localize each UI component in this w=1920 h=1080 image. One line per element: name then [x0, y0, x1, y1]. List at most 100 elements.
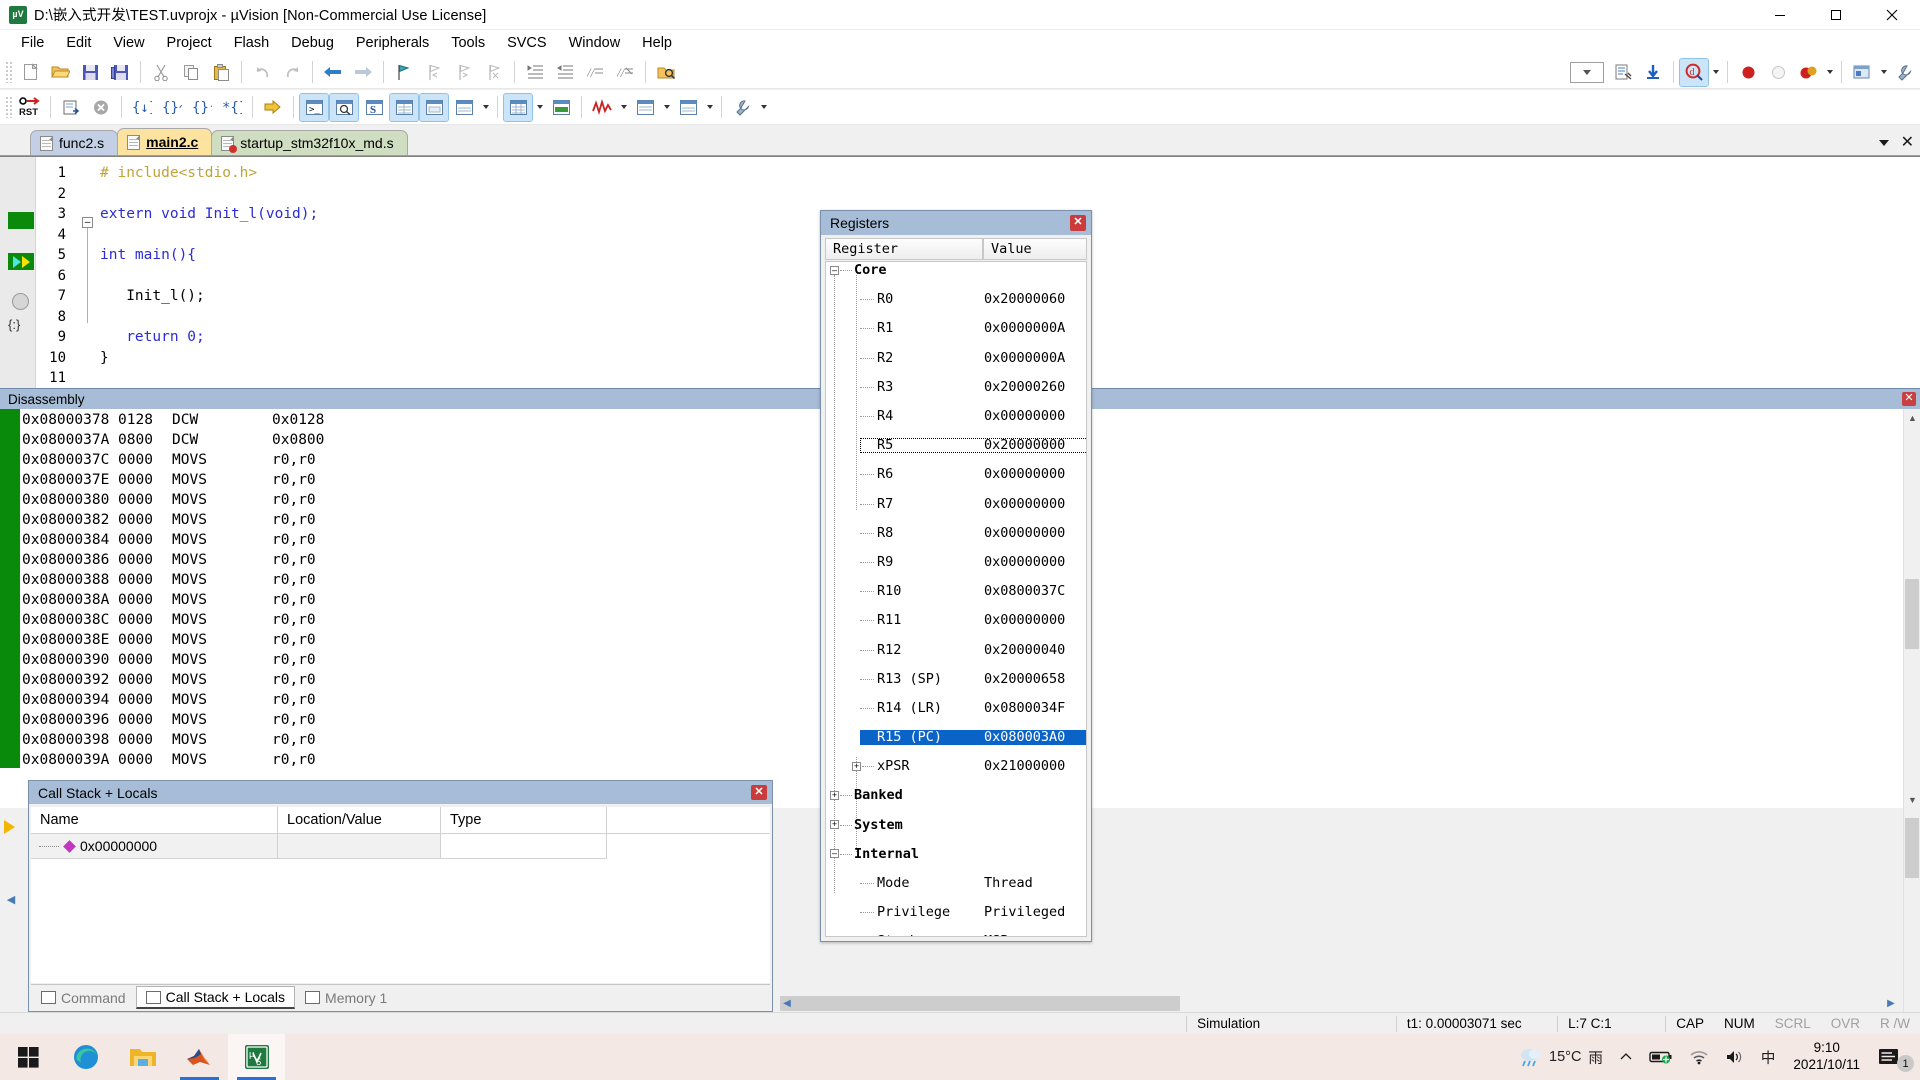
register-row-r7[interactable]: R70x00000000 [826, 497, 1086, 512]
menu-edit[interactable]: Edit [55, 32, 102, 54]
menu-debug[interactable]: Debug [280, 32, 345, 54]
column-header-location-value[interactable]: Location/Value [278, 807, 441, 834]
register-row-r4[interactable]: R40x00000000 [826, 409, 1086, 424]
register-row-r1[interactable]: R10x0000000A [826, 321, 1086, 336]
toolbar-grip[interactable] [4, 61, 12, 83]
command-window-icon[interactable]: >_ [300, 94, 328, 121]
download-icon[interactable] [1639, 59, 1667, 86]
register-row-r14-lr[interactable]: R14 (LR)0x0800034F [826, 701, 1086, 716]
show-next-statement-icon[interactable] [259, 94, 287, 121]
scroll-down-icon[interactable]: ▼ [1904, 791, 1920, 808]
disassembly-row[interactable]: 0x0800038A 0000MOVSr0,r0 [22, 590, 316, 610]
register-row-xpsr[interactable]: + xPSR 0x21000000 [826, 759, 1086, 774]
scroll-left-icon[interactable]: ◀ [2, 890, 20, 908]
step-out-icon[interactable]: {}↑ [188, 94, 216, 121]
disassembly-row[interactable]: 0x0800037E 0000MOVSr0,r0 [22, 470, 316, 490]
disassembly-row[interactable]: 0x08000386 0000MOVSr0,r0 [22, 550, 316, 570]
edge-browser-icon[interactable] [57, 1034, 114, 1080]
close-icon[interactable]: ✕ [1901, 135, 1914, 151]
horizontal-scrollbar[interactable] [780, 995, 1900, 1012]
cut-icon[interactable] [147, 59, 175, 86]
tab-command[interactable]: Command [31, 986, 136, 1009]
step-over-icon[interactable]: {}↷ [158, 94, 186, 121]
find-in-files-icon[interactable] [652, 59, 680, 86]
disassembly-row[interactable]: 0x0800038E 0000MOVSr0,r0 [22, 630, 316, 650]
menu-svcs[interactable]: SVCS [496, 32, 558, 54]
navigate-back-icon[interactable] [319, 59, 347, 86]
memory-windows-dropdown[interactable] [533, 94, 546, 121]
cell-location-value[interactable] [278, 834, 441, 859]
collapse-toggle-icon[interactable]: – [830, 849, 839, 858]
menu-help[interactable]: Help [631, 32, 683, 54]
register-row-r0[interactable]: R00x20000060 [826, 292, 1086, 307]
battery-icon[interactable] [1641, 1034, 1681, 1080]
trace-windows-icon[interactable] [631, 94, 659, 121]
cell-name[interactable]: 0x00000000 [31, 834, 278, 859]
manage-components-icon[interactable] [1848, 59, 1876, 86]
memory-windows-icon[interactable] [504, 94, 532, 121]
disassembly-row[interactable]: 0x08000380 0000MOVSr0,r0 [22, 490, 316, 510]
step-into-icon[interactable]: {↓} [128, 94, 156, 121]
symbols-window-icon[interactable]: S [360, 94, 388, 121]
register-row-r8[interactable]: R80x00000000 [826, 526, 1086, 541]
matlab-icon[interactable] [171, 1034, 228, 1080]
menu-flash[interactable]: Flash [223, 32, 280, 54]
redo-icon[interactable] [278, 59, 306, 86]
registers-tree[interactable]: – Core R00x20000060 R10x0000000A R20x000… [825, 261, 1087, 937]
register-row-r12[interactable]: R120x20000040 [826, 643, 1086, 658]
register-row-privilege[interactable]: PrivilegePrivileged [826, 905, 1086, 920]
disassembly-row[interactable]: 0x08000378 0128DCW0x0128 [22, 410, 324, 430]
indent-decrease-icon[interactable] [551, 59, 579, 86]
trace-windows-dropdown[interactable] [660, 94, 673, 121]
analysis-windows-icon[interactable] [588, 94, 616, 121]
disassembly-row[interactable]: 0x0800039A 0000MOVSr0,r0 [22, 750, 316, 770]
bookmark-toggle-icon[interactable] [390, 59, 418, 86]
disassembly-row[interactable]: 0x08000396 0000MOVSr0,r0 [22, 710, 316, 730]
register-row-banked[interactable]: + Banked [826, 788, 1086, 803]
scroll-up-icon[interactable]: ▲ [1904, 409, 1920, 426]
register-row-r5[interactable]: R50x20000000 [860, 438, 1087, 453]
registers-window[interactable]: Registers ✕ Register Value – Core R00x20… [820, 210, 1092, 942]
column-header-name[interactable]: Name [31, 807, 278, 834]
chevron-down-icon[interactable] [1877, 136, 1891, 150]
disassembly-row[interactable]: 0x08000390 0000MOVSr0,r0 [22, 650, 316, 670]
call-stack-locals-window[interactable]: Call Stack + Locals ✕ Name Location/Valu… [28, 780, 773, 1012]
call-stack-table[interactable]: Name Location/Value Type 0x00000000 [31, 807, 770, 983]
breakpoint-options-dropdown[interactable] [1823, 59, 1836, 86]
expand-toggle-icon[interactable]: + [830, 820, 839, 829]
insert-breakpoint-icon[interactable] [1734, 59, 1762, 86]
save-all-icon[interactable] [106, 59, 134, 86]
register-row-r10[interactable]: R100x0800037C [826, 584, 1086, 599]
disassembly-row[interactable]: 0x0800037A 0800DCW0x0800 [22, 430, 324, 450]
bookmark-next-icon[interactable] [450, 59, 478, 86]
components-dropdown[interactable] [1877, 59, 1890, 86]
maximize-icon[interactable] [1808, 0, 1864, 30]
disassembly-window-icon[interactable] [330, 94, 358, 121]
paste-icon[interactable] [207, 59, 235, 86]
disable-breakpoint-icon[interactable] [1764, 59, 1792, 86]
cell-type[interactable] [441, 834, 607, 859]
windows-start-icon[interactable] [0, 1034, 57, 1080]
tab-main2-c[interactable]: main2.c [117, 128, 212, 155]
register-row-core[interactable]: – Core [826, 263, 1086, 278]
file-explorer-icon[interactable] [114, 1034, 171, 1080]
menu-tools[interactable]: Tools [440, 32, 496, 54]
kill-all-breakpoints-icon[interactable] [1794, 59, 1822, 86]
configuration-wizard-icon[interactable] [1891, 59, 1919, 86]
toolbox-dropdown[interactable] [757, 94, 770, 121]
target-options-combo[interactable] [1570, 62, 1604, 83]
disassembly-row[interactable]: 0x08000398 0000MOVSr0,r0 [22, 730, 316, 750]
run-icon[interactable] [57, 94, 85, 121]
notification-icon[interactable]: 1 [1870, 1034, 1920, 1080]
disassembly-vertical-scrollbar[interactable]: ▲ ▼ [1903, 409, 1920, 808]
register-row-r9[interactable]: R90x00000000 [826, 555, 1086, 570]
wifi-icon[interactable] [1681, 1034, 1717, 1080]
bookmark-prev-icon[interactable] [420, 59, 448, 86]
disassembly-row[interactable]: 0x08000384 0000MOVSr0,r0 [22, 530, 316, 550]
clock-widget[interactable]: 9:10 2021/10/11 [1783, 1040, 1870, 1074]
close-icon[interactable] [1864, 0, 1920, 30]
register-row-stack[interactable]: StackMSP [826, 934, 1086, 937]
register-row-r6[interactable]: R60x00000000 [826, 467, 1086, 482]
debug-options-dropdown[interactable] [1709, 59, 1722, 86]
register-row-r15-pc[interactable]: R15 (PC)0x080003A0 [860, 730, 1087, 745]
